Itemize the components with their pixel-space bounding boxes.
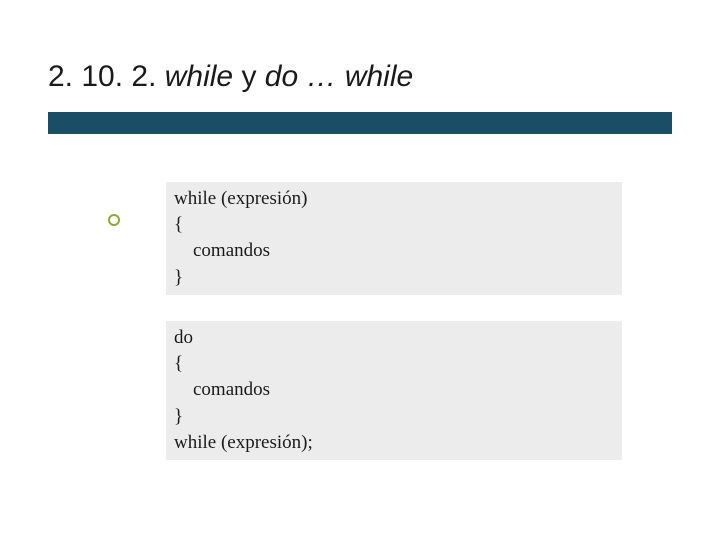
slide: 2. 10. 2. while y do … while while (expr…: [0, 0, 720, 460]
code-block-do-while: do { comandos } while (expresión);: [166, 321, 622, 460]
code-area: while (expresión) { comandos } do { coma…: [166, 182, 622, 460]
code-block-while: while (expresión) { comandos }: [166, 182, 622, 295]
bullet-icon: [108, 214, 120, 226]
connector: y: [241, 60, 264, 93]
slide-title: 2. 10. 2. while y do … while: [48, 60, 672, 94]
title-wrap: 2. 10. 2. while y do … while: [48, 60, 672, 134]
section-number: 2. 10. 2.: [48, 60, 165, 93]
keyword-do-while: do … while: [265, 60, 413, 93]
title-underline: [48, 112, 672, 134]
keyword-while: while: [165, 60, 242, 93]
